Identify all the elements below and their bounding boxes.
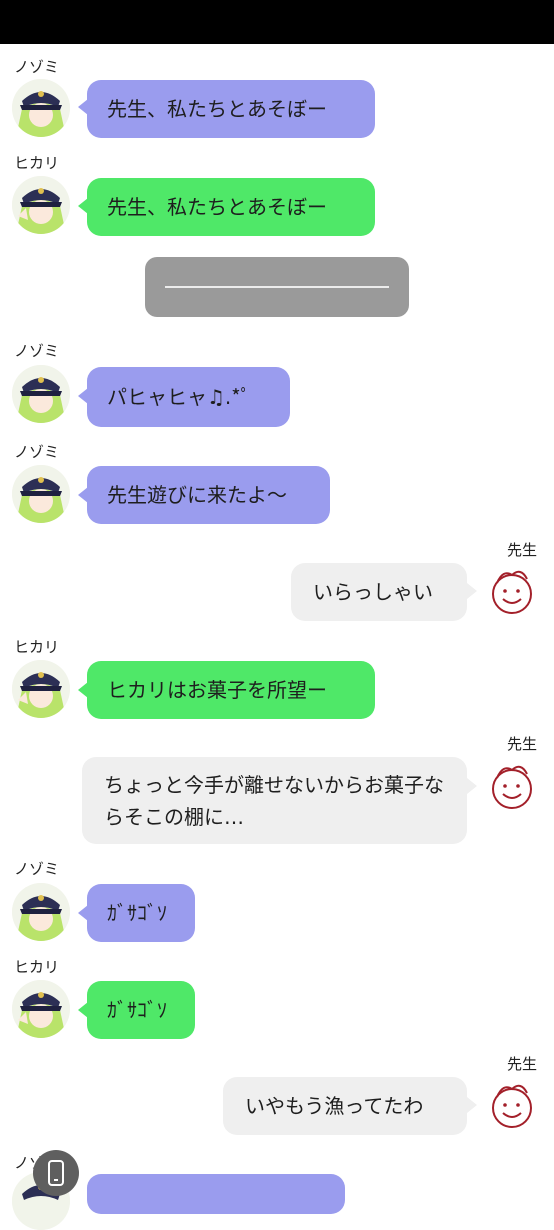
message-text: 先生遊びに来たよ〜 [107, 483, 287, 507]
sender-name: ヒカリ [14, 638, 60, 656]
sensei-avatar[interactable] [483, 758, 541, 816]
message-bubble[interactable]: ｶﾞｻｺﾞｿ [87, 981, 195, 1039]
sender-name: ノゾミ [14, 342, 60, 360]
sender-name: ヒカリ [14, 958, 60, 976]
hikari-avatar[interactable] [12, 176, 70, 234]
sender-name: 先生 [507, 541, 538, 559]
message-text: ヒカリはお菓子を所望ー [107, 678, 327, 702]
message-text: ちょっと今手が離せないからお菓子ならそこの棚に… [104, 772, 444, 829]
message-bubble[interactable]: 先生遊びに来たよ〜 [87, 466, 330, 524]
nozomi-avatar[interactable] [12, 79, 70, 137]
nozomi-avatar[interactable] [12, 883, 70, 941]
message-text: 先生、私たちとあそぼー [107, 195, 327, 219]
message-text: ｶﾞｻｺﾞｿ [107, 998, 167, 1022]
message-bubble[interactable]: いやもう漁ってたわ [223, 1077, 467, 1135]
message-text: いらっしゃい [313, 580, 433, 604]
message-text: ｶﾞｻｺﾞｿ [107, 901, 167, 925]
sensei-avatar[interactable] [483, 563, 541, 621]
nozomi-avatar[interactable] [12, 365, 70, 423]
sender-name: 先生 [507, 735, 538, 753]
chat-divider [145, 257, 409, 317]
sender-name: ヒカリ [14, 154, 60, 172]
hikari-avatar[interactable] [12, 980, 70, 1038]
message-bubble[interactable]: ちょっと今手が離せないからお菓子ならそこの棚に… [82, 757, 467, 844]
message-bubble[interactable]: 先生、私たちとあそぼー [87, 178, 375, 236]
message-bubble[interactable]: パヒャヒャ♫.*ﾟ [87, 367, 290, 427]
message-bubble[interactable]: ヒカリはお菓子を所望ー [87, 661, 375, 719]
hikari-avatar[interactable] [12, 660, 70, 718]
sender-name: 先生 [507, 1055, 538, 1073]
message-bubble-partial[interactable] [87, 1174, 345, 1214]
sender-name: ノゾミ [14, 443, 60, 461]
message-text: パヒャヒャ♫.*ﾟ [107, 385, 251, 409]
message-bubble[interactable]: いらっしゃい [291, 563, 467, 621]
bubble-tail [467, 1097, 477, 1113]
bubble-tail [467, 583, 477, 599]
status-bar [0, 0, 554, 44]
divider-line [165, 286, 389, 288]
sender-name: ノゾミ [14, 58, 60, 76]
sensei-avatar[interactable] [483, 1077, 541, 1135]
message-text: 先生、私たちとあそぼー [107, 97, 327, 121]
bubble-tail [467, 778, 477, 794]
phone-button[interactable] [33, 1150, 79, 1196]
message-bubble[interactable]: ｶﾞｻｺﾞｿ [87, 884, 195, 942]
phone-icon [48, 1160, 64, 1186]
message-bubble[interactable]: 先生、私たちとあそぼー [87, 80, 375, 138]
sender-name: ノゾミ [14, 860, 60, 878]
nozomi-avatar[interactable] [12, 465, 70, 523]
message-text: いやもう漁ってたわ [245, 1094, 424, 1118]
